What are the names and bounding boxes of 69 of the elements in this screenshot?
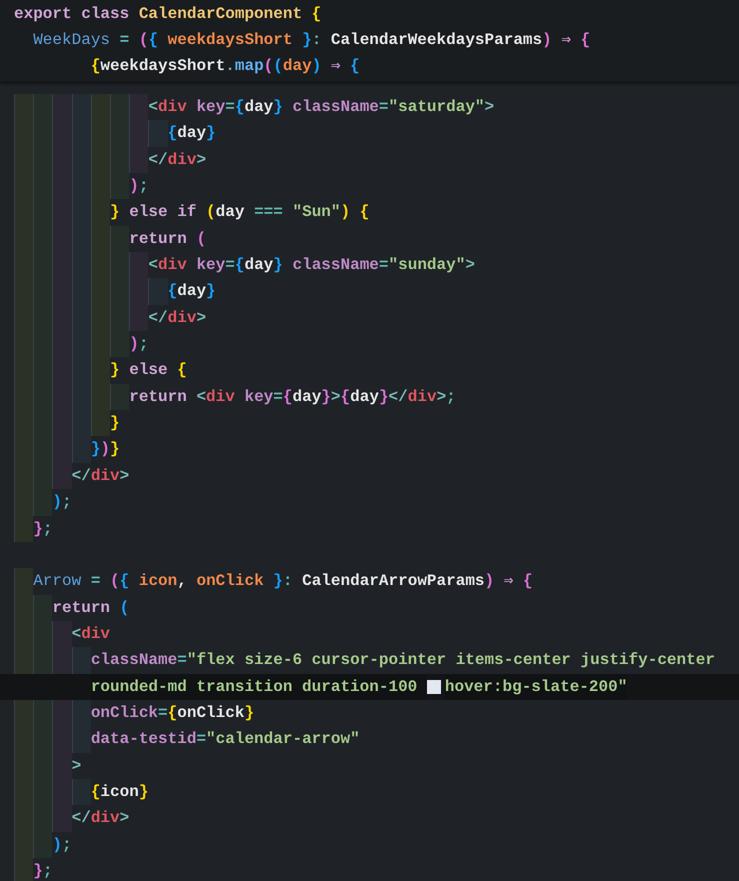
indent-guide [110,94,130,120]
code-line: } else { [110,360,187,382]
code-line: export class CalendarComponent { [14,4,322,25]
code-line: onClick={onClick} [90,702,254,724]
indent-guide [72,726,91,753]
color-swatch[interactable] [426,680,441,694]
indent-guide [14,647,34,674]
code-line: })} [90,439,120,460]
code-line: ); [52,492,72,514]
code-line: ); [129,334,148,356]
indent-guide [14,568,34,595]
code-line: data-testid="calendar-arrow" [90,729,360,750]
code-line: ); [129,176,148,198]
indent-guide [52,462,72,490]
indent-guide [52,620,72,648]
indent-guide [148,278,168,305]
indent-guide [52,94,72,120]
indent-guide [72,647,91,674]
code-line: <div [72,624,110,645]
code-line: className="flex size-6 cursor-pointer items-center justify-center [90,650,715,672]
indent-guide [14,858,34,881]
indent-guide [33,700,52,726]
code-line: return ( [52,598,130,619]
indent-guide [33,594,52,621]
indent-guide [129,252,148,278]
indent-guide [72,700,91,726]
indent-guide [33,489,52,516]
indent-guide [90,410,110,436]
code-line: > [72,756,82,777]
indent-guide [14,516,34,542]
indent-guide [148,120,168,147]
indent-guide [110,173,130,200]
indent-guide [72,436,91,463]
indent-guide [110,384,130,410]
indent-guide [14,94,34,120]
indent-guide [72,94,91,120]
indent-guide [110,331,130,358]
code-line: {day} [168,123,216,144]
code-line: } [110,413,120,434]
indent-guide [52,805,72,832]
code-line: Arrow = ({ icon, onClick }: CalendarArrowParams) ⇒ { [33,571,533,592]
indent-guide [52,700,72,726]
code-line: </div> [148,150,206,171]
code-line: <div key={day} className="saturday"> [148,97,494,118]
indent-guide [110,226,130,252]
code-line: <div key={day} className="sunday"> [148,255,475,276]
code-line: </div> [148,308,206,329]
code-line: {weekdaysShort.map((day) ⇒ { [90,56,360,77]
indent-guide [33,647,52,674]
indent-guide [129,146,148,174]
indent-guide [33,832,52,858]
code-line: ); [52,834,72,856]
indent-guide [90,94,110,120]
code-line: }; [33,860,52,881]
indent-guide [72,778,91,806]
code-line: } else if (day === "Sun") { [110,202,370,224]
indent-guide [129,304,148,332]
code-line: </div> [72,808,130,830]
code-line: {day} [168,281,216,302]
indent-guide [14,700,34,726]
code-line: {icon} [90,782,148,803]
indent-guide [52,647,72,674]
code-line: </div> [72,466,130,487]
code-line: return <div key={day}>{day}</div>; [129,386,456,408]
indent-guide [129,94,148,120]
code-line: }; [33,518,52,540]
code-line: return ( [129,228,206,250]
indent-guide [33,94,52,120]
code-line: WeekDays = ({ weekdaysShort }: CalendarWeekdaysParams) ⇒ { [33,30,590,51]
